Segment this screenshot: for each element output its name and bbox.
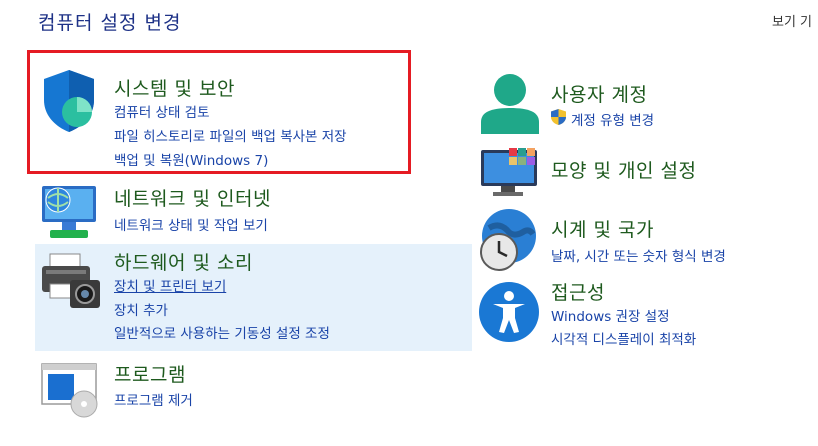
- link-date-time-format[interactable]: 날짜, 시간 또는 숫자 형식 변경: [551, 245, 726, 265]
- category-title-appearance[interactable]: 모양 및 개인 설정: [551, 156, 696, 183]
- appearance-monitor-icon: [481, 148, 537, 196]
- link-network-status[interactable]: 네트워크 상태 및 작업 보기: [114, 214, 268, 234]
- link-devices-printers[interactable]: 장치 및 프린터 보기: [114, 275, 226, 295]
- category-title-system-security[interactable]: 시스템 및 보안: [114, 74, 235, 101]
- category-title-accessibility[interactable]: 접근성: [551, 278, 605, 305]
- link-mobility-settings[interactable]: 일반적으로 사용하는 기동성 설정 조정: [114, 322, 330, 342]
- link-file-history[interactable]: 파일 히스토리로 파일의 백업 복사본 저장: [114, 125, 347, 145]
- category-title-hardware[interactable]: 하드웨어 및 소리: [114, 248, 253, 275]
- printer-camera-icon: [42, 253, 100, 308]
- category-title-clock-region[interactable]: 시계 및 국가: [551, 215, 654, 242]
- page-title: 컴퓨터 설정 변경: [38, 12, 182, 34]
- category-title-user-accounts[interactable]: 사용자 계정: [551, 80, 647, 107]
- link-add-device[interactable]: 장치 추가: [114, 299, 168, 319]
- uac-shield-icon: [551, 109, 566, 125]
- shield-icon: [44, 70, 94, 132]
- link-windows-recommended[interactable]: Windows 권장 설정: [551, 305, 670, 325]
- view-by-label[interactable]: 보기 기: [772, 11, 812, 30]
- category-title-programs[interactable]: 프로그램: [114, 360, 186, 387]
- link-optimize-display[interactable]: 시각적 디스플레이 최적화: [551, 328, 696, 348]
- category-title-network[interactable]: 네트워크 및 인터넷: [114, 184, 271, 211]
- clock-globe-icon: [480, 209, 536, 271]
- link-uninstall-program[interactable]: 프로그램 제거: [114, 389, 193, 409]
- programs-icon: [41, 363, 98, 418]
- accessibility-icon: [479, 282, 539, 342]
- network-globe-icon: [42, 186, 96, 238]
- link-review-status[interactable]: 컴퓨터 상태 검토: [114, 101, 210, 121]
- link-backup-restore[interactable]: 백업 및 복원(Windows 7): [114, 149, 268, 169]
- user-icon: [481, 74, 539, 134]
- link-change-account-type[interactable]: 계정 유형 변경: [571, 109, 654, 129]
